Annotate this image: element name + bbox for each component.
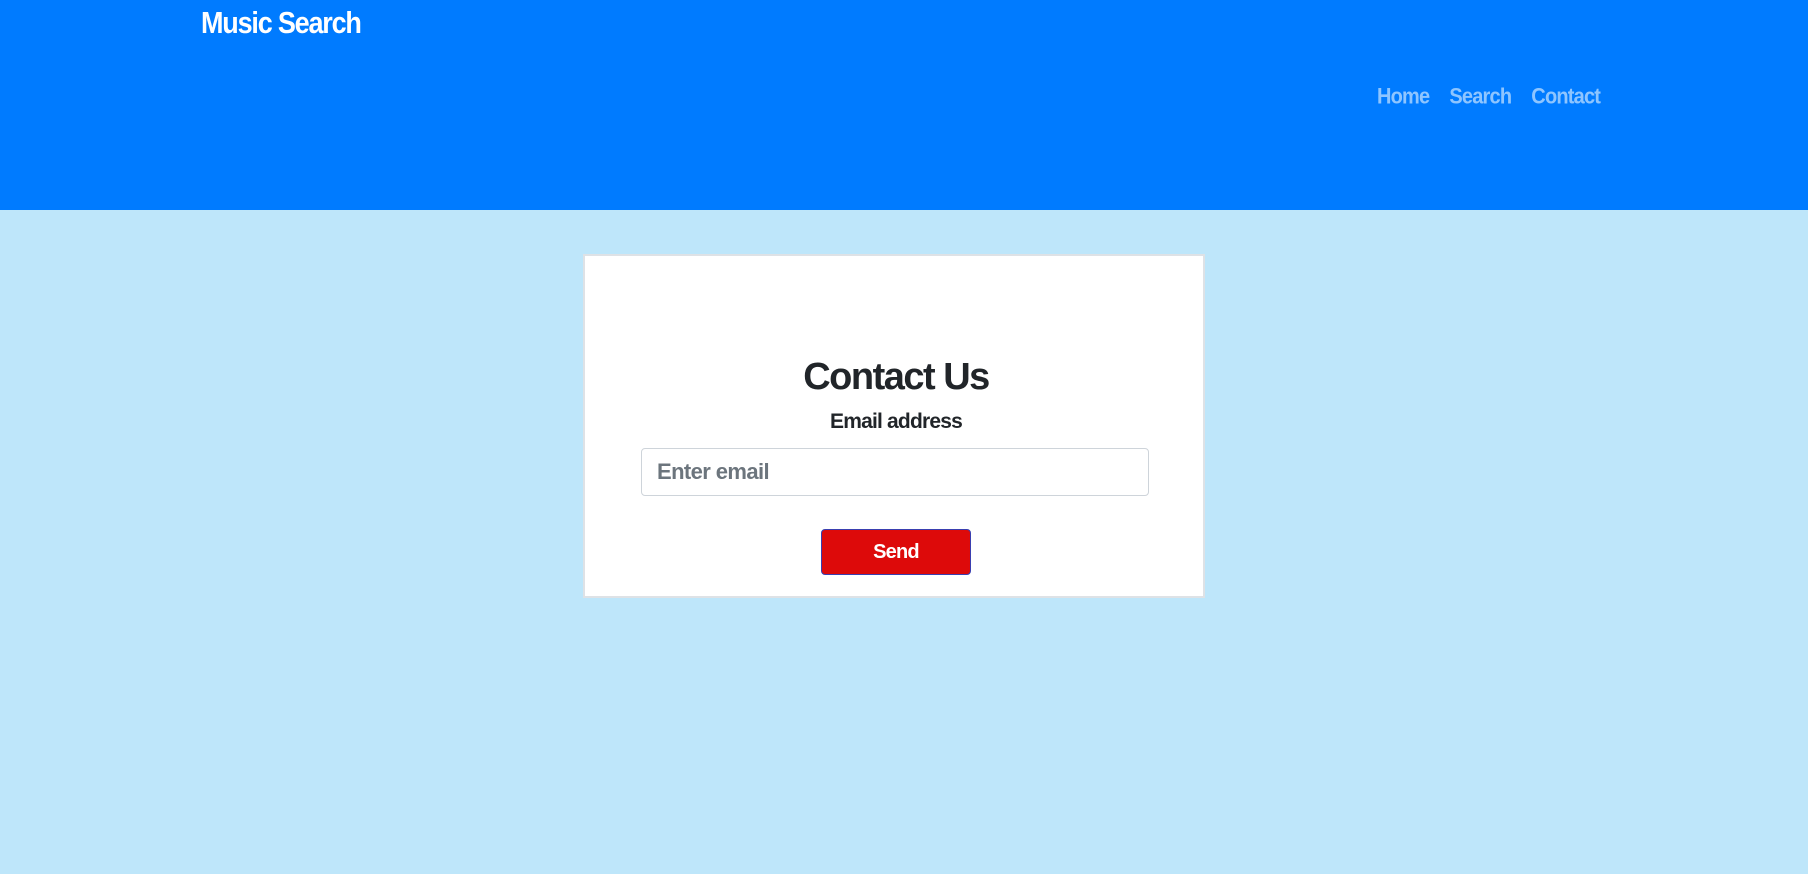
top-navbar: Music Search Home Search Contact bbox=[0, 0, 1808, 210]
nav-link-home[interactable]: Home bbox=[1377, 85, 1430, 111]
contact-title: Contact Us bbox=[803, 356, 990, 398]
email-input[interactable] bbox=[641, 448, 1149, 496]
nav-links: Home Search Contact bbox=[1377, 85, 1601, 111]
send-button[interactable]: Send bbox=[821, 529, 971, 575]
brand-link[interactable]: Music Search bbox=[201, 6, 362, 41]
nav-link-contact[interactable]: Contact bbox=[1531, 85, 1601, 111]
contact-card: Contact Us Email address Send bbox=[583, 254, 1205, 598]
email-label: Email address bbox=[829, 410, 963, 433]
nav-link-search[interactable]: Search bbox=[1449, 85, 1512, 111]
main-content: Contact Us Email address Send bbox=[0, 210, 1808, 874]
